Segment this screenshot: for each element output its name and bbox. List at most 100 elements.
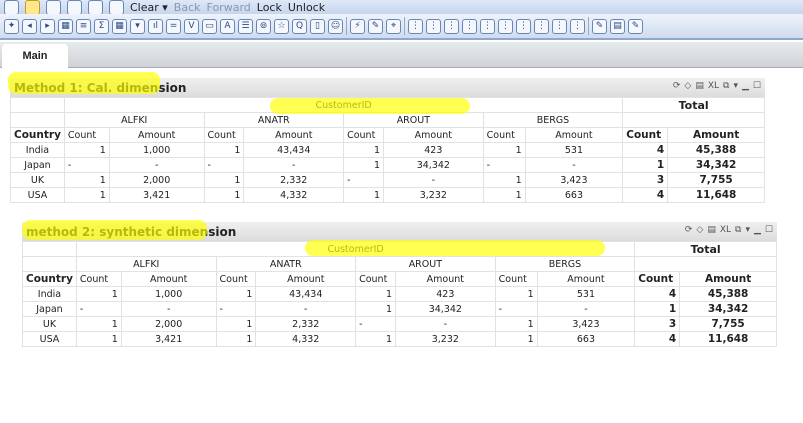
search-icon[interactable]	[88, 0, 103, 15]
amount-cell: 531	[536, 286, 636, 302]
customer-header[interactable]: BERGS	[482, 112, 624, 128]
new-icon[interactable]	[4, 0, 19, 15]
clear-icon[interactable]: ◇	[696, 225, 703, 235]
dimension-header[interactable]: CustomerID	[63, 97, 624, 113]
tool-icon[interactable]: ▦	[58, 18, 73, 34]
excel-icon[interactable]: XL	[708, 81, 719, 91]
tool-icon[interactable]: Σ	[94, 18, 109, 34]
tool-icon[interactable]: ▦	[112, 18, 127, 34]
customer-header[interactable]: AROUT	[343, 112, 484, 128]
customer-header[interactable]: BERGS	[494, 256, 636, 272]
tool-icon[interactable]: ıl	[148, 18, 163, 34]
tool-icon[interactable]: ⋮	[462, 18, 477, 34]
country-cell[interactable]: UK	[22, 316, 77, 332]
tool-icon[interactable]: ⋮	[570, 18, 585, 34]
amount-cell: 4,332	[255, 331, 357, 347]
copy-icon[interactable]: ⧉	[735, 225, 741, 235]
count-cell: -	[343, 172, 385, 188]
minimize-icon[interactable]: ▁	[742, 81, 749, 91]
tool-icon[interactable]: ✎	[628, 18, 643, 34]
copy-icon[interactable]: ⧉	[723, 81, 729, 91]
back-button[interactable]: Back	[174, 1, 201, 14]
tool-icon[interactable]: ⋮	[408, 18, 423, 34]
tool-icon[interactable]: ▤	[610, 18, 625, 34]
tool-icon[interactable]: ⋮	[552, 18, 567, 34]
tool-icon[interactable]: Q	[292, 18, 307, 34]
country-header[interactable]: Country	[22, 271, 77, 287]
tool-icon[interactable]: ≡	[76, 18, 91, 34]
tool-icon[interactable]: ✎	[368, 18, 383, 34]
tool-icon[interactable]: ▭	[202, 18, 217, 34]
print-icon[interactable]: ▤	[695, 81, 704, 91]
forward-button[interactable]: Forward	[207, 1, 251, 14]
send-icon[interactable]: ⟳	[673, 81, 681, 91]
minimize-icon[interactable]: ▁	[754, 225, 761, 235]
pivot-table-method-1[interactable]: Method 1: Cal. dimension ⟳ ◇ ▤ XL ⧉ ▾ ▁ ☐ Custom…	[10, 78, 765, 203]
menu-dropdown-icon[interactable]: ▾	[733, 81, 738, 91]
clear-icon[interactable]: ◇	[684, 81, 691, 91]
excel-icon[interactable]: XL	[720, 225, 731, 235]
send-icon[interactable]: ⟳	[685, 225, 693, 235]
amount-cell: 423	[395, 286, 496, 302]
tool-icon[interactable]: ☺	[328, 18, 343, 34]
table-caption: Method 1: Cal. dimension ⟳ ◇ ▤ XL ⧉ ▾ ▁ ☐	[10, 78, 765, 97]
tool-icon[interactable]: A	[220, 18, 235, 34]
empty-cell	[10, 112, 65, 128]
tool-icon[interactable]: ▾	[130, 18, 145, 34]
tool-icon[interactable]: =	[166, 18, 181, 34]
tool-icon[interactable]: ⋮	[480, 18, 495, 34]
amount-cell: 663	[524, 187, 624, 203]
customer-header[interactable]: AROUT	[355, 256, 496, 272]
customer-header[interactable]: ALFKI	[75, 256, 217, 272]
pivot-table-method-2[interactable]: method 2: synthetic dimension ⟳ ◇ ▤ XL ⧉ ▾ ▁ ☐ C…	[22, 222, 777, 347]
tool-icon[interactable]: ◂	[22, 18, 37, 34]
tab-main[interactable]: Main	[2, 44, 68, 68]
tool-icon[interactable]: ☰	[238, 18, 253, 34]
amount-header: Amount	[524, 127, 624, 143]
tool-icon[interactable]: ⚡	[350, 18, 365, 34]
print-icon[interactable]	[67, 0, 82, 15]
country-header[interactable]: Country	[10, 127, 65, 143]
tool-icon[interactable]: V	[184, 18, 199, 34]
dimension-header[interactable]: CustomerID	[75, 241, 636, 257]
tool-icon[interactable]: ☆	[274, 18, 289, 34]
amount-cell: -	[536, 301, 636, 317]
help-icon[interactable]	[109, 0, 124, 15]
tool-icon[interactable]: ⋮	[516, 18, 531, 34]
customer-header[interactable]: ANATR	[215, 256, 357, 272]
print-icon[interactable]: ▤	[707, 225, 716, 235]
country-cell[interactable]: USA	[22, 331, 77, 347]
maximize-icon[interactable]: ☐	[765, 225, 773, 235]
country-cell[interactable]: UK	[10, 172, 65, 188]
total-count-cell: 1	[634, 301, 681, 317]
tool-icon[interactable]: ⋮	[444, 18, 459, 34]
tool-icon[interactable]: ⌖	[386, 18, 401, 34]
save-icon[interactable]	[46, 0, 61, 15]
lock-button[interactable]: Lock	[257, 1, 282, 14]
country-cell[interactable]: India	[22, 286, 77, 302]
top-toolbar: Clear ▾ Back Forward Lock Unlock	[0, 0, 803, 15]
tool-icon[interactable]: ⋮	[426, 18, 441, 34]
clear-button[interactable]: Clear ▾	[130, 1, 168, 14]
country-cell[interactable]: Japan	[22, 301, 77, 317]
tool-icon[interactable]: ⊚	[256, 18, 271, 34]
tool-icon[interactable]: ✎	[592, 18, 607, 34]
menu-dropdown-icon[interactable]: ▾	[745, 225, 750, 235]
customer-header[interactable]: ANATR	[203, 112, 345, 128]
country-cell[interactable]: USA	[10, 187, 65, 203]
country-cell[interactable]: India	[10, 142, 65, 158]
unlock-button[interactable]: Unlock	[288, 1, 325, 14]
customer-header[interactable]: ALFKI	[63, 112, 205, 128]
tool-icon[interactable]: ⋮	[534, 18, 549, 34]
tool-icon[interactable]: ▸	[40, 18, 55, 34]
count-header: Count	[75, 271, 122, 287]
tool-icon[interactable]: ⋮	[498, 18, 513, 34]
amount-cell: -	[243, 157, 345, 173]
open-icon[interactable]	[25, 0, 40, 15]
tool-icon[interactable]: ▯	[310, 18, 325, 34]
total-count-cell: 4	[622, 187, 669, 203]
tool-icon[interactable]: ✦	[4, 18, 19, 34]
count-cell: 1	[63, 172, 110, 188]
maximize-icon[interactable]: ☐	[753, 81, 761, 91]
country-cell[interactable]: Japan	[10, 157, 65, 173]
